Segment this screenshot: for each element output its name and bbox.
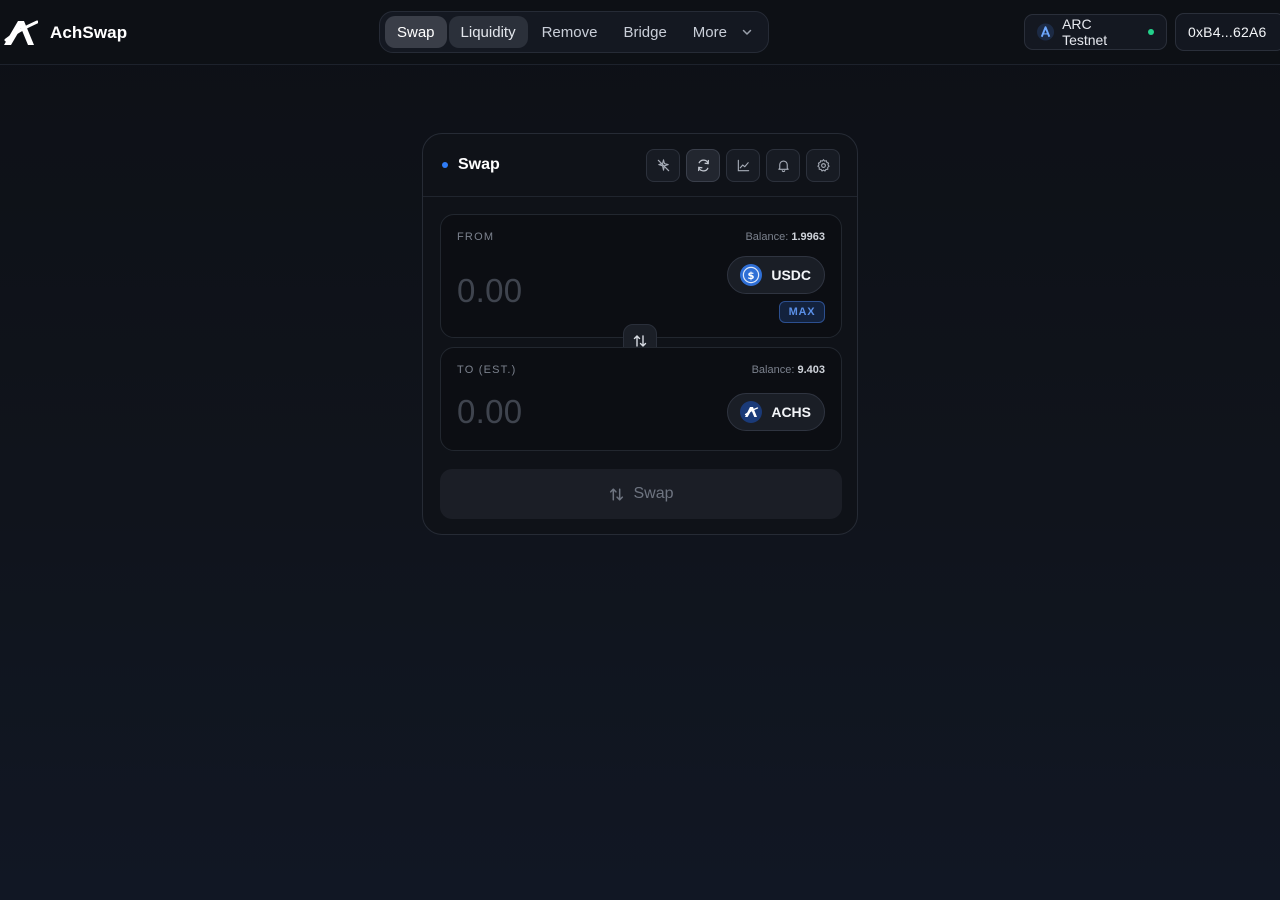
- swap-card-title-text: Swap: [458, 156, 500, 173]
- swap-tools: [646, 149, 840, 182]
- swap-card-header: Swap: [423, 134, 857, 197]
- refresh-icon: [697, 159, 709, 172]
- to-amount-output[interactable]: 0.00: [457, 393, 522, 431]
- chevron-down-icon: [742, 29, 752, 35]
- achswap-logo-icon: [4, 20, 38, 45]
- to-panel: TO (EST.) Balance: 9.403 0.00 ACHS: [440, 347, 842, 451]
- svg-text:$: $: [748, 271, 755, 282]
- to-token-symbol: ACHS: [771, 404, 811, 420]
- brand[interactable]: AchSwap: [2, 17, 127, 49]
- from-balance-label: Balance:: [745, 231, 789, 243]
- nav-item-swap[interactable]: Swap: [385, 16, 447, 48]
- from-panel: FROM Balance: 1.9963 0.00 $ USDC MAX: [440, 214, 842, 338]
- nav-item-liquidity[interactable]: Liquidity: [448, 16, 528, 48]
- chart-button[interactable]: [726, 149, 760, 182]
- settings-button[interactable]: [806, 149, 840, 182]
- usdc-token-icon: $: [740, 264, 763, 286]
- swap-submit-label: Swap: [633, 485, 674, 502]
- gear-icon: [816, 159, 830, 172]
- arc-network-icon: [1037, 23, 1055, 41]
- from-label: FROM: [457, 231, 495, 243]
- from-balance-value: 1.9963: [791, 231, 825, 243]
- network-label: ARC Testnet: [1062, 16, 1108, 48]
- to-balance-label: Balance:: [751, 364, 795, 376]
- chart-icon: [737, 159, 749, 172]
- title-dot: [442, 162, 448, 168]
- sparkle-off-button[interactable]: [646, 149, 680, 182]
- to-token-selector[interactable]: ACHS: [727, 393, 825, 431]
- swap-submit-button[interactable]: Swap: [440, 469, 842, 519]
- brand-name: AchSwap: [50, 23, 128, 42]
- main-nav: Swap Liquidity Remove Bridge More: [379, 11, 769, 53]
- top-bar: AchSwap Swap Liquidity Remove Bridge Mor…: [0, 0, 1280, 65]
- notifications-button[interactable]: [766, 149, 800, 182]
- wallet-address-button[interactable]: 0xB4...62A6: [1175, 13, 1280, 51]
- to-label: TO (EST.): [457, 364, 517, 376]
- achs-token-icon: [740, 401, 763, 423]
- from-balance: Balance: 1.9963: [745, 231, 825, 243]
- from-token-selector[interactable]: $ USDC: [727, 256, 825, 294]
- sparkle-off-icon: [657, 159, 669, 172]
- swap-card: Swap FROM Balance: 1.9963 0.00 $ USDC MA…: [422, 133, 858, 535]
- refresh-button[interactable]: [686, 149, 720, 182]
- network-status-dot: [1148, 29, 1154, 35]
- nav-item-more-label: More: [692, 23, 727, 41]
- to-balance: Balance: 9.403: [752, 364, 825, 376]
- nav-item-bridge[interactable]: Bridge: [611, 16, 678, 48]
- nav-item-remove[interactable]: Remove: [530, 16, 610, 48]
- bell-icon: [777, 160, 789, 173]
- from-token-symbol: USDC: [771, 267, 811, 283]
- network-selector[interactable]: ARC Testnet: [1024, 14, 1167, 50]
- max-button[interactable]: MAX: [779, 301, 825, 323]
- swap-vertical-icon: [610, 487, 624, 501]
- from-amount-input[interactable]: 0.00: [457, 272, 522, 310]
- swap-card-title: Swap: [442, 156, 500, 174]
- to-balance-value: 9.403: [797, 364, 825, 376]
- nav-item-more[interactable]: More: [681, 16, 765, 48]
